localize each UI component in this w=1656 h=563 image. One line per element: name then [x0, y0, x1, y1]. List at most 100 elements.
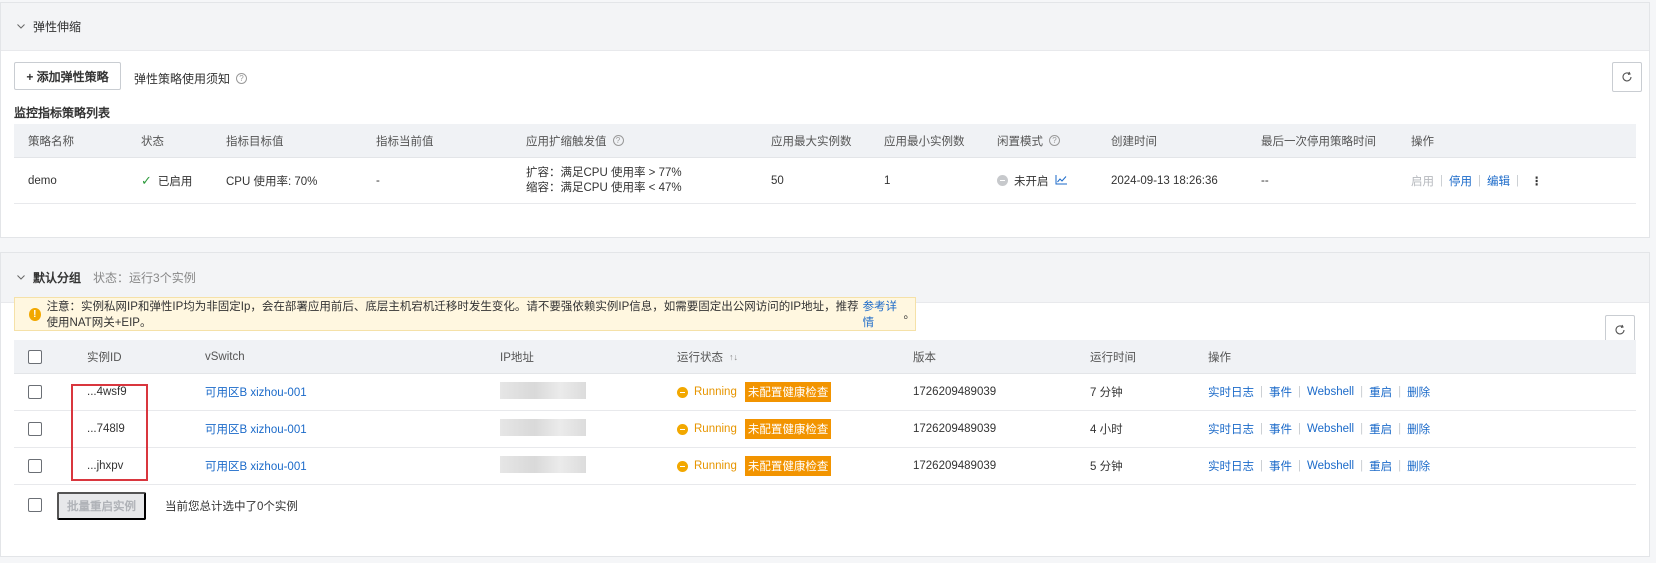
- group-title: 默认分组: [33, 271, 82, 285]
- running-label: Running: [694, 423, 737, 435]
- reference-details-link[interactable]: 参考详情: [863, 298, 904, 330]
- warning-text: 注意：实例私网IP和弹性IP均为非固定Ip，会在部署应用前后、底层主机宕机迁移时…: [46, 301, 859, 329]
- vswitch-link[interactable]: 可用区B xizhou-001: [205, 411, 307, 447]
- add-scaling-policy-button[interactable]: + 添加弹性策略: [14, 62, 121, 90]
- instance-id[interactable]: ...4wsf9: [87, 374, 127, 410]
- select-all-checkbox[interactable]: [28, 349, 42, 364]
- health-check-tag: 未配置健康检查: [744, 382, 832, 402]
- question-icon[interactable]: ?: [1049, 135, 1060, 146]
- delete-link[interactable]: 删除: [1407, 384, 1430, 400]
- webshell-link[interactable]: Webshell: [1307, 423, 1354, 435]
- restart-link[interactable]: 重启: [1369, 421, 1392, 437]
- status-label: 已启用: [157, 175, 193, 188]
- delete-link[interactable]: 删除: [1407, 458, 1430, 474]
- check-icon: ✓: [141, 172, 152, 188]
- idle-label: 未开启: [1014, 175, 1049, 188]
- col-instance-id: 实例ID: [87, 351, 122, 364]
- restart-link[interactable]: 重启: [1369, 458, 1392, 474]
- realtime-log-link[interactable]: 实时日志: [1208, 384, 1254, 400]
- policy-created: 2024-09-13 18:26:36: [1111, 174, 1218, 187]
- policy-min: 1: [884, 174, 891, 187]
- chevron-down-icon[interactable]: [15, 272, 27, 284]
- col-run-state[interactable]: 运行状态 ↑↓: [677, 340, 738, 373]
- footer-select-all-checkbox[interactable]: [28, 498, 42, 512]
- col-idle: 闲置模式?: [997, 124, 1060, 157]
- col-trigger: 应用扩缩触发值?: [526, 124, 624, 157]
- events-link[interactable]: 事件: [1269, 421, 1292, 437]
- question-icon[interactable]: ?: [612, 135, 624, 146]
- col-vswitch: vSwitch: [205, 350, 245, 363]
- col-idle-label: 闲置模式: [997, 135, 1043, 148]
- running-dot-icon: [677, 386, 688, 398]
- policy-trigger: 扩容：满足CPU 使用率 > 77% 缩容：满足CPU 使用率 < 47%: [526, 158, 682, 203]
- col-min: 应用最小实例数: [884, 135, 965, 148]
- row-checkbox[interactable]: [28, 385, 42, 399]
- running-label: Running: [694, 386, 737, 398]
- ip-address-redacted: [500, 372, 586, 408]
- policy-actions: 启用 | 停用 | 编辑 | ⋮: [1411, 158, 1543, 203]
- policy-max: 50: [771, 174, 784, 187]
- chevron-down-icon[interactable]: [15, 21, 27, 33]
- realtime-log-link[interactable]: 实时日志: [1208, 458, 1254, 474]
- edit-link[interactable]: 编辑: [1487, 173, 1510, 189]
- col-uptime: 运行时间: [1090, 351, 1136, 364]
- row-checkbox-cell: [28, 411, 42, 447]
- webshell-link[interactable]: Webshell: [1307, 386, 1354, 398]
- instance-uptime: 7 分钟: [1090, 387, 1123, 399]
- delete-link[interactable]: 删除: [1407, 421, 1430, 437]
- instance-id[interactable]: ...748l9: [87, 411, 125, 447]
- row-checkbox-cell: [28, 448, 42, 484]
- divider: |: [1298, 386, 1301, 398]
- instance-actions: 实时日志 | 事件 | Webshell | 重启 | 删除: [1208, 448, 1430, 484]
- table-row: ...jhxpv 可用区B xizhou-001 Running 未配置健康检查…: [14, 448, 1636, 485]
- enable-link[interactable]: 启用: [1411, 173, 1434, 189]
- group-panel-header[interactable]: 默认分组 状态：运行3个实例: [1, 253, 1649, 303]
- batch-restart-button[interactable]: 批量重启实例: [57, 492, 146, 520]
- run-state: Running 未配置健康检查: [677, 448, 832, 484]
- trigger-down: 缩容：满足CPU 使用率 < 47%: [526, 181, 682, 194]
- divider: |: [1360, 460, 1364, 472]
- instance-table: 实例ID vSwitch IP地址 运行状态 ↑↓ 版本 运行时间 操作 ...4…: [14, 340, 1636, 485]
- divider: |: [1260, 460, 1263, 472]
- instance-version: 1726209489039: [913, 386, 997, 398]
- row-checkbox[interactable]: [28, 422, 42, 436]
- line-chart-icon[interactable]: [1055, 174, 1068, 188]
- scaling-panel-header[interactable]: 弹性伸缩: [1, 3, 1649, 51]
- policy-name: demo: [28, 174, 57, 187]
- sort-icon[interactable]: ↑↓: [729, 352, 738, 362]
- ip-blur: [500, 381, 586, 399]
- more-icon[interactable]: ⋮: [1531, 174, 1543, 188]
- row-checkbox-cell: [28, 374, 42, 410]
- instance-version: 1726209489039: [913, 460, 997, 472]
- question-icon[interactable]: ?: [236, 73, 248, 84]
- table-row: ...4wsf9 可用区B xizhou-001 Running 未配置健康检查…: [14, 374, 1636, 411]
- divider: |: [1298, 460, 1301, 472]
- policy-notice-link[interactable]: 弹性策略使用须知 ?: [134, 70, 248, 87]
- divider: |: [1260, 423, 1263, 435]
- divider: |: [1298, 423, 1301, 435]
- instance-id[interactable]: ...jhxpv: [87, 448, 123, 484]
- realtime-log-link[interactable]: 实时日志: [1208, 421, 1254, 437]
- vswitch-link[interactable]: 可用区B xizhou-001: [205, 374, 307, 410]
- col-ip: IP地址: [500, 351, 534, 364]
- divider: |: [1398, 423, 1402, 435]
- vswitch-link[interactable]: 可用区B xizhou-001: [205, 448, 307, 484]
- refresh-policies-button[interactable]: [1612, 62, 1642, 92]
- table-row: demo ✓ 已启用 CPU 使用率: 70% - 扩容：满足CPU 使用率 >…: [14, 158, 1636, 204]
- ip-blur: [500, 418, 586, 436]
- policy-current: -: [376, 174, 380, 187]
- row-checkbox[interactable]: [28, 459, 42, 473]
- warning-icon: !: [29, 307, 41, 321]
- ip-address-redacted: [500, 446, 586, 482]
- disable-link[interactable]: 停用: [1449, 173, 1472, 189]
- select-all-checkbox-cell: [28, 340, 42, 373]
- col-trigger-label: 应用扩缩触发值: [526, 135, 607, 148]
- events-link[interactable]: 事件: [1269, 384, 1292, 400]
- instance-table-header: 实例ID vSwitch IP地址 运行状态 ↑↓ 版本 运行时间 操作: [14, 340, 1636, 374]
- ip-blur: [500, 455, 586, 473]
- restart-link[interactable]: 重启: [1369, 384, 1392, 400]
- col-target: 指标目标值: [226, 135, 284, 148]
- events-link[interactable]: 事件: [1269, 458, 1292, 474]
- webshell-link[interactable]: Webshell: [1307, 460, 1354, 472]
- refresh-icon: [1622, 71, 1632, 82]
